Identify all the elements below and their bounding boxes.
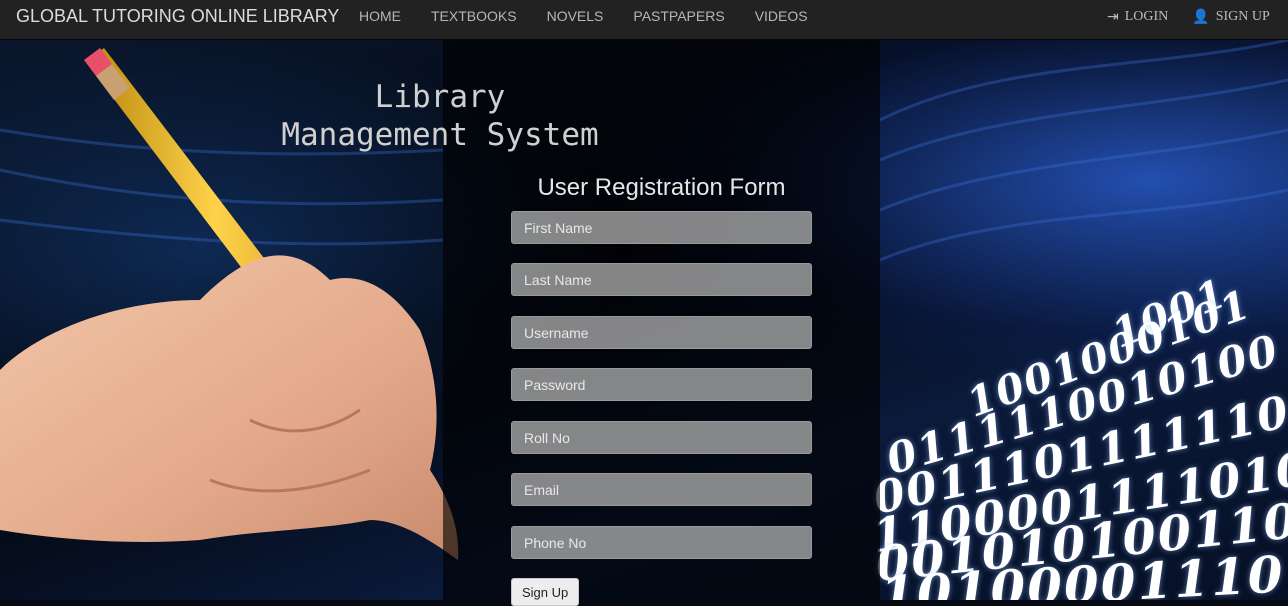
signup-label: SIGN UP xyxy=(1215,9,1270,24)
password-field[interactable] xyxy=(511,368,812,401)
user-icon: 👤 xyxy=(1192,9,1210,25)
form-title: User Registration Form xyxy=(537,174,786,201)
first-name-field[interactable] xyxy=(511,211,812,244)
last-name-field[interactable] xyxy=(511,263,812,296)
nav-links: HOME TEXTBOOKS NOVELS PASTPAPERS VIDEOS xyxy=(344,0,823,32)
site-brand[interactable]: GLOBAL TUTORING ONLINE LIBRARY xyxy=(16,0,339,32)
email-field[interactable] xyxy=(511,473,812,506)
sign-up-button[interactable]: Sign Up xyxy=(511,578,580,606)
roll-no-field[interactable] xyxy=(511,421,812,454)
system-title: Library Management System xyxy=(281,79,599,153)
phone-no-field[interactable] xyxy=(511,526,812,559)
nav-link-textbooks[interactable]: TEXTBOOKS xyxy=(416,0,532,32)
nav-link-novels[interactable]: NOVELS xyxy=(532,0,619,32)
login-link[interactable]: ⇥ LOGIN xyxy=(1100,0,1175,34)
nav-link-home[interactable]: HOME xyxy=(344,0,416,32)
top-navbar: GLOBAL TUTORING ONLINE LIBRARY HOME TEXT… xyxy=(0,0,1288,40)
username-field[interactable] xyxy=(511,316,812,349)
nav-auth-links: ⇥ LOGIN 👤 SIGN UP xyxy=(1100,0,1277,34)
log-in-icon: ⇥ xyxy=(1107,9,1119,25)
nav-link-videos[interactable]: VIDEOS xyxy=(740,0,823,32)
nav-link-pastpapers[interactable]: PASTPAPERS xyxy=(618,0,739,32)
signup-link[interactable]: 👤 SIGN UP xyxy=(1185,0,1277,34)
login-label: LOGIN xyxy=(1124,9,1169,24)
